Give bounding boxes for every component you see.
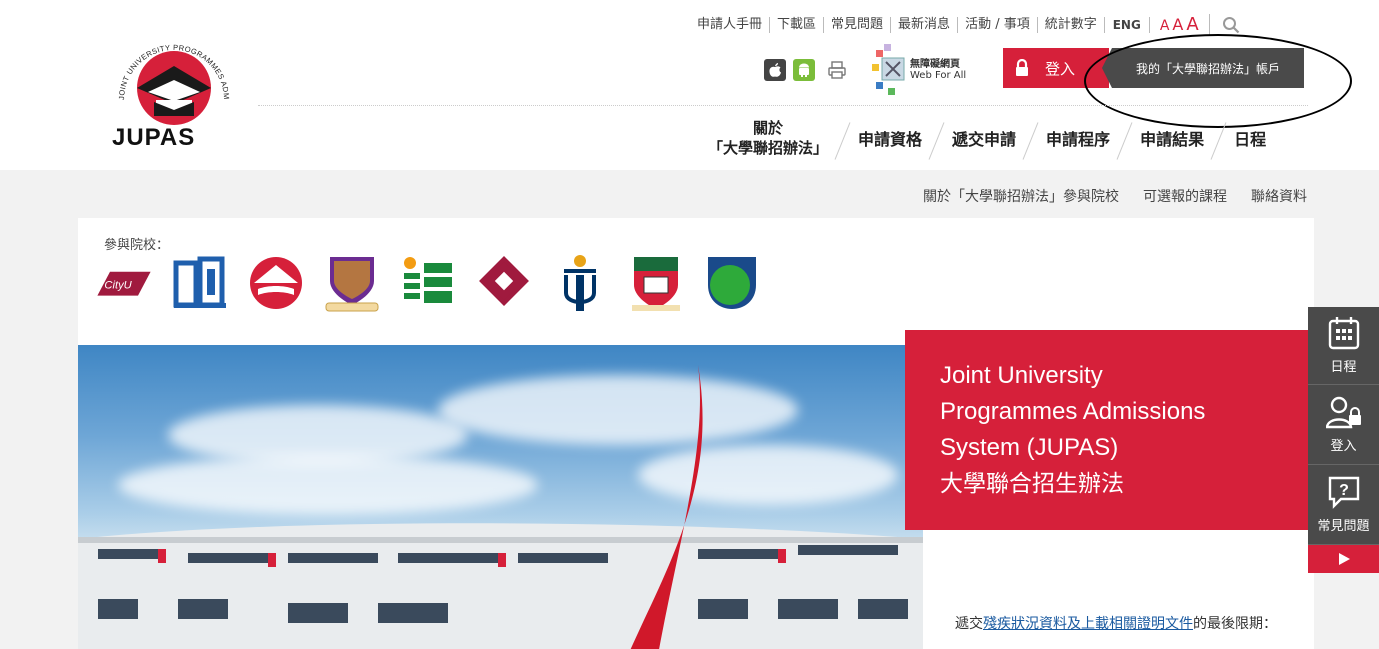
subnav-programmes[interactable]: 可選報的課程 xyxy=(1143,186,1227,206)
dock-faq[interactable]: ? 常見問題 xyxy=(1308,465,1379,545)
deadline-notice: 遞交殘疾狀況資料及上載相關證明文件的最後限期： xyxy=(955,613,1300,635)
font-size-medium[interactable]: A xyxy=(1172,15,1183,34)
utility-links: 申請人手冊 下載區 常見問題 最新消息 活動 / 事項 統計數字 ENG A A… xyxy=(690,14,1240,35)
hkbu-logo[interactable] xyxy=(400,252,456,314)
nav-eligibility[interactable]: 申請資格 xyxy=(850,126,930,150)
link-news[interactable]: 最新消息 xyxy=(891,16,959,33)
notice-suffix: 的最後限期： xyxy=(1193,616,1277,632)
notice-prefix: 遞交 xyxy=(955,616,983,632)
web-for-all-icon xyxy=(872,44,905,95)
font-size-large[interactable]: A xyxy=(1186,14,1198,35)
polyu-logo[interactable] xyxy=(476,252,532,314)
institution-logos: CityU xyxy=(96,252,760,314)
font-size-controls: A A A xyxy=(1150,14,1210,35)
login-button[interactable]: 登入 xyxy=(1003,48,1109,88)
web-for-all-en: Web For All xyxy=(910,70,967,81)
subnav-contact[interactable]: 聯絡資料 xyxy=(1251,186,1307,206)
hkmu-logo[interactable] xyxy=(704,252,760,314)
nav-procedures[interactable]: 申請程序 xyxy=(1038,126,1118,150)
red-sculpture xyxy=(630,365,703,649)
site-header: JOINT UNIVERSITY PROGRAMMES ADMISSIONS S… xyxy=(0,0,1379,170)
print-icon[interactable] xyxy=(826,59,848,81)
web-for-all-zh: 無障礙網頁 xyxy=(910,59,960,70)
dock-schedule-label: 日程 xyxy=(1330,360,1357,375)
app-toolbar: 無障礙網頁 Web For All xyxy=(764,44,966,96)
notice-link[interactable]: 殘疾狀況資料及上載相關證明文件 xyxy=(983,616,1193,632)
font-size-small[interactable]: A xyxy=(1160,18,1170,34)
cuhk-logo[interactable] xyxy=(324,252,380,314)
dock-login-label: 登入 xyxy=(1330,439,1357,454)
hero-title-zh: 大學聯合招生辦法 xyxy=(940,471,1124,497)
lock-icon xyxy=(1016,59,1028,76)
eduhk-logo[interactable] xyxy=(172,252,228,314)
right-dock: 日程 登入 ? 常見問題 xyxy=(1308,307,1379,573)
nav-separator xyxy=(1024,121,1038,155)
apple-app-icon[interactable] xyxy=(764,59,786,81)
svg-text:CityU: CityU xyxy=(104,280,132,292)
hku-logo[interactable] xyxy=(628,252,684,314)
calendar-icon xyxy=(1328,317,1359,350)
web-for-all-text: 無障礙網頁 Web For All xyxy=(910,59,966,81)
faq-icon: ? xyxy=(1328,476,1359,509)
dock-faq-label: 常見問題 xyxy=(1317,519,1370,534)
search-icon[interactable] xyxy=(1222,16,1240,34)
link-events[interactable]: 活動 / 事項 xyxy=(958,16,1038,33)
user-lock-icon xyxy=(1325,396,1361,429)
hero-title-en-2: Programmes Admissions xyxy=(940,398,1206,425)
nav-schedule[interactable]: 日程 xyxy=(1226,126,1274,150)
web-for-all-badge[interactable]: 無障礙網頁 Web For All xyxy=(870,44,966,96)
hero-title-en-1: Joint University xyxy=(940,362,1103,389)
participating-label: 參與院校： xyxy=(104,238,170,253)
main-nav: 關於 「大學聯招辦法」 申請資格 遞交申請 申請程序 申請結果 日程 xyxy=(700,118,1274,158)
my-account-button[interactable]: 我的「大學聯招辦法」帳戶 xyxy=(1102,48,1304,88)
header-divider xyxy=(258,105,1308,106)
nav-submit-application[interactable]: 遞交申請 xyxy=(944,126,1024,150)
hero-image xyxy=(78,345,923,649)
nav-about-line1: 關於 xyxy=(753,119,784,137)
android-app-icon[interactable] xyxy=(793,59,815,81)
logo-text: JUPAS xyxy=(112,124,196,151)
dock-collapse-button[interactable] xyxy=(1308,545,1379,573)
lingnan-logo[interactable] xyxy=(248,252,304,314)
hero-title-en-3: System (JUPAS) xyxy=(940,434,1119,461)
sub-nav: 關於「大學聯招辦法」參與院校 可選報的課程 聯絡資料 xyxy=(923,186,1307,206)
play-icon xyxy=(1338,553,1350,565)
nav-about-line2: 「大學聯招辦法」 xyxy=(708,139,829,157)
login-label: 登入 xyxy=(1045,59,1076,78)
language-toggle[interactable]: ENG xyxy=(1105,16,1150,33)
nav-results[interactable]: 申請結果 xyxy=(1132,126,1212,150)
nav-separator xyxy=(1212,121,1226,155)
nav-separator xyxy=(836,121,850,155)
hero-title: Joint University Programmes Admissions S… xyxy=(940,358,1290,502)
subnav-institutions[interactable]: 關於「大學聯招辦法」參與院校 xyxy=(923,186,1119,206)
nav-about[interactable]: 關於 「大學聯招辦法」 xyxy=(700,118,836,158)
link-faq[interactable]: 常見問題 xyxy=(824,16,892,33)
svg-text:?: ? xyxy=(1339,482,1349,499)
link-handbook[interactable]: 申請人手冊 xyxy=(690,16,771,33)
campus-building xyxy=(78,523,923,649)
dock-login[interactable]: 登入 xyxy=(1308,385,1379,465)
nav-separator xyxy=(930,121,944,155)
hkust-logo[interactable] xyxy=(552,252,608,314)
cityu-logo[interactable]: CityU xyxy=(96,252,152,314)
link-statistics[interactable]: 統計數字 xyxy=(1038,16,1105,33)
link-download[interactable]: 下載區 xyxy=(770,16,825,33)
dock-schedule[interactable]: 日程 xyxy=(1308,307,1379,385)
nav-separator xyxy=(1118,121,1132,155)
